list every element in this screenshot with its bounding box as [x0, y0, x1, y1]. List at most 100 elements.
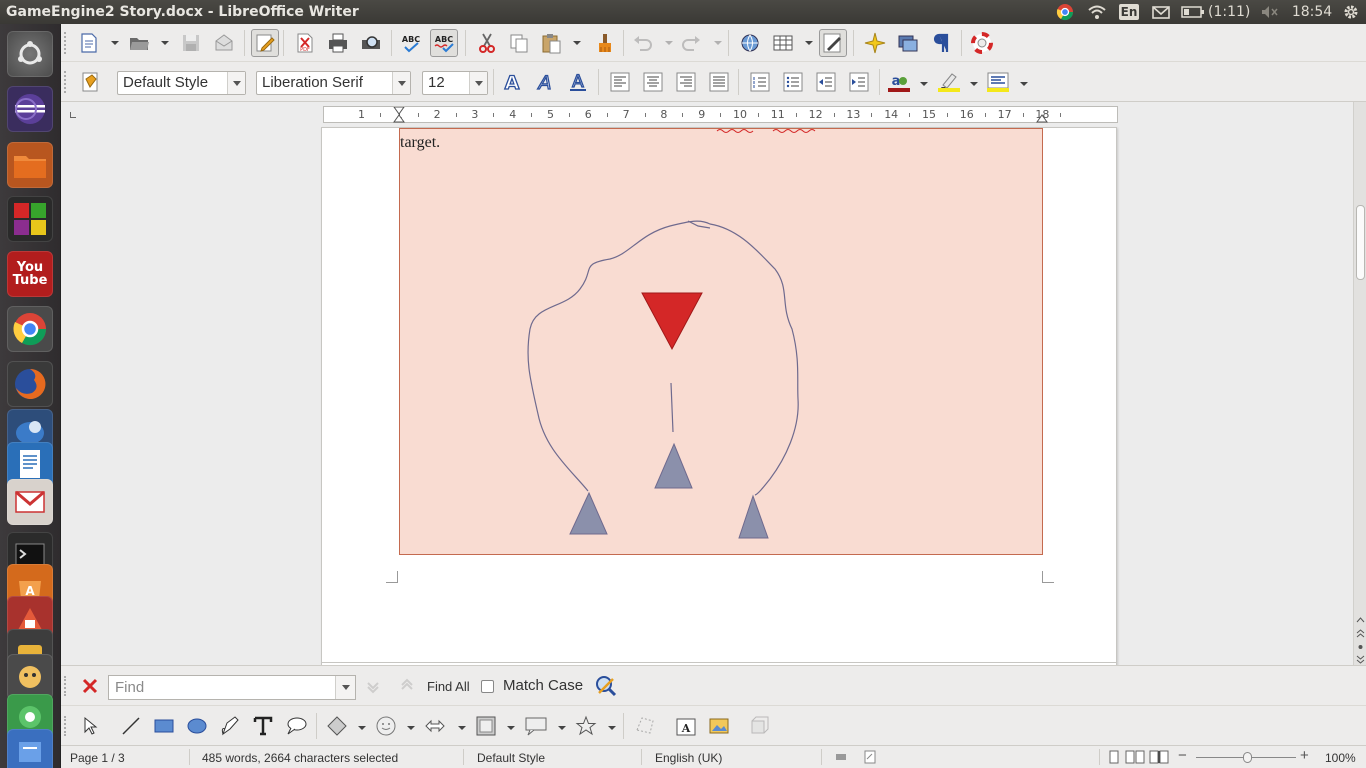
undo-dropdown[interactable]	[665, 41, 673, 45]
background-color-dropdown[interactable]	[1020, 82, 1028, 86]
chrome-launcher-item[interactable]	[7, 306, 53, 352]
font-color-dropdown[interactable]	[920, 82, 928, 86]
italic-button[interactable]: A	[531, 68, 559, 96]
left-indent-marker[interactable]	[393, 107, 405, 124]
bold-button[interactable]: A	[498, 68, 526, 96]
numbering-button[interactable]	[746, 68, 774, 96]
single-page-view-icon[interactable]	[1107, 750, 1121, 764]
auto-spellcheck-button[interactable]: ABC	[430, 29, 458, 57]
freeform-line-tool-button[interactable]	[216, 712, 244, 740]
flowchart-dropdown[interactable]	[507, 726, 515, 730]
zoom-slider-handle[interactable]	[1243, 752, 1252, 763]
zoom-level[interactable]: 100%	[1325, 751, 1356, 765]
language[interactable]: English (UK)	[655, 751, 722, 765]
open-button[interactable]	[125, 29, 153, 57]
app-launcher-item[interactable]	[7, 729, 53, 768]
copy-button[interactable]	[505, 29, 533, 57]
print-preview-button[interactable]	[357, 29, 385, 57]
clock[interactable]: 18:54	[1290, 0, 1334, 24]
block-arrows-dropdown[interactable]	[458, 726, 466, 730]
highlighting-button[interactable]	[935, 68, 963, 96]
background-color-button[interactable]	[984, 68, 1012, 96]
keyboard-layout-indicator[interactable]: En	[1117, 0, 1141, 24]
document-area[interactable]: 1 1 2 3 4 5 6 7 8 9 10 11 12 13 14 15 16 17 18 target.	[61, 102, 1353, 665]
find-input[interactable]: Find	[108, 675, 356, 700]
export-pdf-button[interactable]: PDF	[291, 29, 319, 57]
gallery-button[interactable]	[894, 29, 922, 57]
paragraph-style-dropdown[interactable]	[227, 72, 245, 94]
insert-table-button[interactable]	[769, 29, 797, 57]
bullets-button[interactable]	[779, 68, 807, 96]
basic-shapes-dropdown[interactable]	[358, 726, 366, 730]
highlighting-dropdown[interactable]	[970, 82, 978, 86]
stars-button[interactable]	[572, 712, 600, 740]
battery-indicator[interactable]: (1:11)	[1181, 0, 1251, 24]
new-document-button[interactable]	[75, 29, 103, 57]
find-next-button[interactable]	[359, 672, 387, 700]
underline-button[interactable]: A	[564, 68, 592, 96]
align-left-button[interactable]	[606, 68, 634, 96]
youtube-launcher-item[interactable]: You Tube	[7, 251, 53, 297]
paragraph-style-combo[interactable]: Default Style	[117, 71, 246, 95]
line-tool-button[interactable]	[117, 712, 145, 740]
page-style[interactable]: Default Style	[477, 751, 545, 765]
font-name-dropdown[interactable]	[392, 72, 410, 94]
drawing-canvas[interactable]	[400, 129, 1043, 555]
right-indent-marker[interactable]	[1036, 107, 1048, 124]
ellipse-tool-button[interactable]	[183, 712, 211, 740]
dash-home-button[interactable]	[7, 31, 53, 77]
spelling-button[interactable]: ABC	[397, 29, 425, 57]
symbol-shapes-button[interactable]	[372, 712, 400, 740]
zoom-in-button[interactable]: +	[1300, 747, 1309, 764]
basic-shapes-button[interactable]	[323, 712, 351, 740]
document-page[interactable]: target.	[321, 127, 1117, 665]
font-size-combo[interactable]: 12	[422, 71, 488, 95]
redo-dropdown[interactable]	[714, 41, 722, 45]
callouts-button[interactable]	[522, 712, 550, 740]
fontwork-button[interactable]: A	[672, 712, 700, 740]
callout-tool-button[interactable]	[282, 712, 310, 740]
edit-mode-button[interactable]	[251, 29, 279, 57]
navigation-dot-icon[interactable]	[1356, 643, 1365, 651]
vertical-scrollbar-thumb[interactable]	[1356, 205, 1365, 280]
libreoffice-impress-launcher-item[interactable]	[7, 196, 53, 242]
page-count[interactable]: Page 1 / 3	[70, 751, 125, 765]
toolbar-grip[interactable]	[64, 32, 68, 54]
formatting-marks-button[interactable]	[927, 29, 955, 57]
match-case-label[interactable]: Match Case	[503, 677, 583, 694]
rectangle-tool-button[interactable]	[150, 712, 178, 740]
cut-button[interactable]	[473, 29, 501, 57]
print-button[interactable]	[324, 29, 352, 57]
font-size-dropdown[interactable]	[469, 72, 487, 94]
insert-mode-icon[interactable]	[835, 751, 847, 763]
font-color-button[interactable]: a	[885, 68, 913, 96]
scroll-up-arrow-icon[interactable]	[1356, 616, 1365, 624]
new-document-dropdown[interactable]	[111, 41, 119, 45]
book-view-icon[interactable]	[1149, 750, 1169, 764]
settings-gear-icon[interactable]	[1340, 0, 1362, 24]
font-name-combo[interactable]: Liberation Serif	[256, 71, 411, 95]
volume-muted-icon[interactable]	[1258, 0, 1280, 24]
wifi-icon[interactable]	[1085, 0, 1109, 24]
mail-icon[interactable]	[1150, 0, 1172, 24]
chrome-icon[interactable]	[1054, 0, 1076, 24]
toolbar-grip[interactable]	[64, 676, 68, 696]
open-dropdown[interactable]	[161, 41, 169, 45]
redo-button[interactable]	[677, 29, 705, 57]
undo-button[interactable]	[629, 29, 657, 57]
multi-page-view-icon[interactable]	[1125, 750, 1145, 764]
find-history-dropdown[interactable]	[335, 676, 355, 699]
files-launcher-item[interactable]	[7, 142, 53, 188]
previous-page-icon[interactable]	[1356, 629, 1365, 639]
save-button[interactable]	[177, 29, 205, 57]
increase-indent-button[interactable]	[845, 68, 873, 96]
navigator-button[interactable]	[861, 29, 889, 57]
symbol-shapes-dropdown[interactable]	[407, 726, 415, 730]
align-center-button[interactable]	[639, 68, 667, 96]
insert-image-button[interactable]	[705, 712, 733, 740]
toolbar-grip[interactable]	[64, 71, 68, 93]
align-right-button[interactable]	[672, 68, 700, 96]
decrease-indent-button[interactable]	[812, 68, 840, 96]
email-document-button[interactable]	[210, 29, 238, 57]
block-arrows-button[interactable]	[421, 712, 449, 740]
